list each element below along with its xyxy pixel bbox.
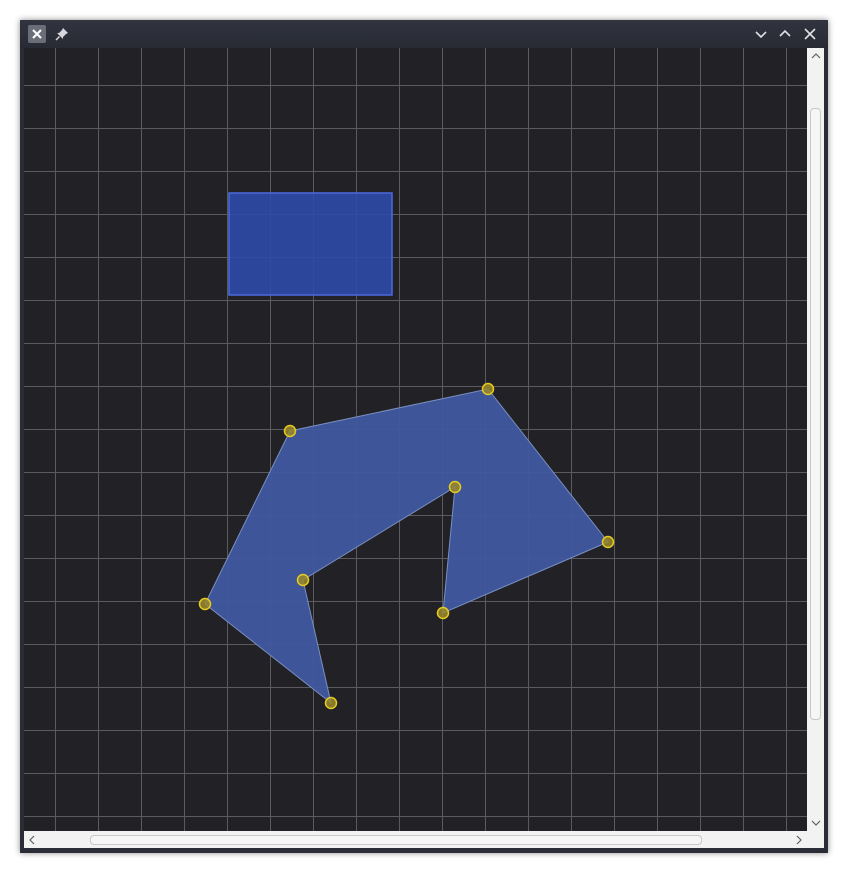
scroll-down-icon[interactable]: [807, 815, 824, 831]
minimize-icon[interactable]: [751, 24, 771, 44]
close-icon[interactable]: [28, 25, 46, 43]
maximize-icon[interactable]: [775, 24, 795, 44]
blue-polygon[interactable]: [204, 388, 609, 705]
scrollbar-corner: [807, 831, 824, 848]
vertex-handle[interactable]: [198, 597, 212, 611]
app-window: [20, 20, 828, 853]
vertex-handle[interactable]: [448, 480, 462, 494]
vertex-handle[interactable]: [324, 696, 338, 710]
vertex-handle[interactable]: [296, 573, 310, 587]
drawing-canvas[interactable]: [24, 48, 807, 831]
vertex-handle[interactable]: [481, 382, 495, 396]
vertex-handle[interactable]: [436, 606, 450, 620]
title-bar[interactable]: [20, 20, 828, 48]
scene-svg[interactable]: [24, 48, 807, 831]
scroll-up-icon[interactable]: [807, 48, 824, 64]
scrollbar-vertical[interactable]: [807, 48, 824, 831]
pin-icon[interactable]: [52, 24, 72, 44]
vertex-handle[interactable]: [283, 424, 297, 438]
scrollbar-thumb-horizontal[interactable]: [90, 835, 702, 845]
vertex-handle[interactable]: [601, 535, 615, 549]
scrollbar-thumb-vertical[interactable]: [810, 108, 821, 720]
scrollbar-horizontal[interactable]: [24, 831, 807, 848]
scroll-right-icon[interactable]: [791, 831, 807, 848]
blue-rectangle[interactable]: [228, 192, 393, 296]
scroll-left-icon[interactable]: [24, 831, 40, 848]
close-window-icon[interactable]: [800, 24, 820, 44]
